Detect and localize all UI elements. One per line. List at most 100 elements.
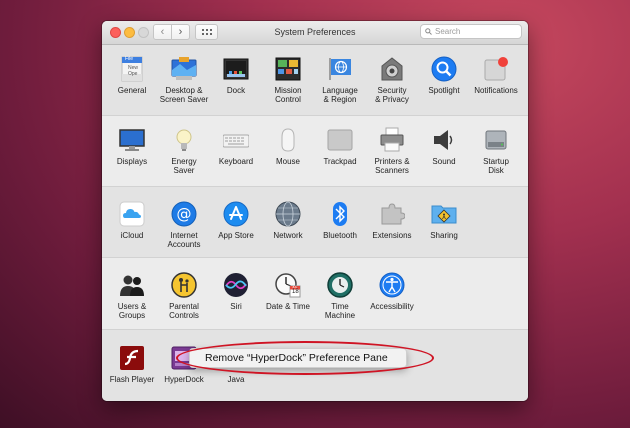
pref-label: General (117, 86, 147, 95)
pref-label: Date & Time (265, 302, 310, 311)
network-icon (275, 201, 301, 227)
pref-trackpad[interactable]: Trackpad (313, 127, 367, 166)
bluetooth-icon (327, 201, 353, 227)
pref-label: Energy Saver (171, 157, 197, 175)
pref-label: Accessibility (370, 302, 414, 311)
pref-label: Trackpad (323, 157, 357, 166)
general-icon-file-text: File (125, 56, 134, 62)
pref-label: Keyboard (218, 157, 254, 166)
sharing-icon (431, 201, 457, 227)
pref-sharing[interactable]: Sharing (417, 201, 471, 240)
section-system: Users & Groups Parental Controls Siri JU… (102, 258, 528, 330)
pref-label: Time Machine (324, 302, 356, 320)
section-hardware: Displays Energy Saver Keyboard Mouse Tra… (102, 116, 528, 187)
pref-keyboard[interactable]: Keyboard (209, 127, 263, 166)
pref-startup-disk[interactable]: Startup Disk (469, 127, 523, 175)
pref-bluetooth[interactable]: Bluetooth (313, 201, 367, 240)
pref-label: Flash Player (109, 375, 155, 384)
mission-control-icon (275, 56, 301, 82)
pref-label: Notifications (474, 86, 518, 95)
pref-label: Internet Accounts (167, 231, 201, 249)
mouse-icon (275, 127, 301, 153)
pref-general[interactable]: File New Ope General (105, 56, 159, 95)
pref-label: App Store (218, 231, 254, 240)
app-store-icon (223, 201, 249, 227)
pref-language-region[interactable]: Language & Region (313, 56, 367, 104)
pref-energy-saver[interactable]: Energy Saver (157, 127, 211, 175)
pref-label: Extensions (372, 231, 412, 240)
pref-label: iCloud (120, 231, 144, 240)
svg-text:@: @ (177, 205, 192, 223)
title-bar: ‹ › System Preferences Search (102, 21, 528, 45)
pref-time-machine[interactable]: Time Machine (313, 272, 367, 320)
pref-label: Network (273, 231, 303, 240)
date-icon-day-text: 18 (292, 289, 299, 295)
pref-label: Language & Region (322, 86, 358, 104)
icloud-icon (119, 201, 145, 227)
pref-label: Sharing (430, 231, 458, 240)
pref-parental-controls[interactable]: Parental Controls (157, 272, 211, 320)
pref-label: Dock (226, 86, 246, 95)
pref-printers-scanners[interactable]: Printers & Scanners (365, 127, 419, 175)
pref-network[interactable]: Network (261, 201, 315, 240)
sound-icon (431, 127, 457, 153)
pref-label: Mouse (275, 157, 300, 166)
pref-date-time[interactable]: JUL 18 Date & Time (261, 272, 315, 311)
pref-users-groups[interactable]: Users & Groups (105, 272, 159, 320)
pref-label: Printers & Scanners (374, 157, 410, 175)
displays-icon (119, 127, 145, 153)
internet-accounts-icon: @ (171, 201, 197, 227)
desktop-icon (171, 56, 197, 82)
pref-spotlight[interactable]: Spotlight (417, 56, 471, 95)
section-internet: iCloud @ Internet Accounts App Store Net… (102, 187, 528, 258)
parental-controls-icon (171, 272, 197, 298)
pref-label: Bluetooth (323, 231, 357, 240)
general-icon-open-text: Ope (128, 71, 138, 77)
energy-saver-icon (171, 127, 197, 153)
extensions-icon (379, 201, 406, 227)
trackpad-icon (327, 127, 353, 153)
pref-desktop-screen-saver[interactable]: Desktop & Screen Saver (157, 56, 211, 104)
pref-label: Spotlight (428, 86, 460, 95)
pref-label: Displays (116, 157, 148, 166)
pref-flash-player[interactable]: Flash Player (105, 345, 159, 384)
section-personal: File New Ope General Desktop & Screen Sa… (102, 45, 528, 116)
pref-accessibility[interactable]: Accessibility (365, 272, 419, 311)
search-icon (425, 28, 432, 35)
annotation-highlight-ellipse (176, 341, 434, 375)
pref-label: Parental Controls (169, 302, 199, 320)
pref-label: Users & Groups (117, 302, 147, 320)
date-time-icon: JUL 18 (275, 272, 301, 298)
siri-icon (223, 272, 249, 298)
pref-displays[interactable]: Displays (105, 127, 159, 166)
pref-label: Desktop & Screen Saver (159, 86, 209, 104)
pref-label: Startup Disk (483, 157, 509, 175)
dock-icon (223, 56, 249, 82)
flash-player-icon (119, 345, 145, 371)
time-machine-icon (327, 272, 353, 298)
pref-internet-accounts[interactable]: @ Internet Accounts (157, 201, 211, 249)
pref-notifications[interactable]: Notifications (469, 56, 523, 95)
pref-extensions[interactable]: Extensions (365, 201, 419, 240)
search-field[interactable]: Search (420, 24, 522, 39)
accessibility-icon (379, 272, 405, 298)
pref-app-store[interactable]: App Store (209, 201, 263, 240)
pref-label: Mission Control (274, 86, 302, 104)
pref-sound[interactable]: Sound (417, 127, 471, 166)
pref-label: HyperDock (164, 375, 204, 384)
pref-label: Java (227, 375, 245, 384)
language-icon (327, 56, 353, 82)
pref-mouse[interactable]: Mouse (261, 127, 315, 166)
pref-label: Security & Privacy (375, 86, 409, 104)
startup-disk-icon (483, 127, 509, 153)
pref-dock[interactable]: Dock (209, 56, 263, 95)
spotlight-icon (431, 56, 457, 82)
pref-mission-control[interactable]: Mission Control (261, 56, 315, 104)
pref-security-privacy[interactable]: Security & Privacy (365, 56, 419, 104)
keyboard-icon (222, 127, 250, 153)
pref-icloud[interactable]: iCloud (105, 201, 159, 240)
search-placeholder: Search (435, 27, 461, 36)
users-icon (119, 272, 145, 298)
pref-siri[interactable]: Siri (209, 272, 263, 311)
pref-label: Siri (230, 302, 242, 311)
